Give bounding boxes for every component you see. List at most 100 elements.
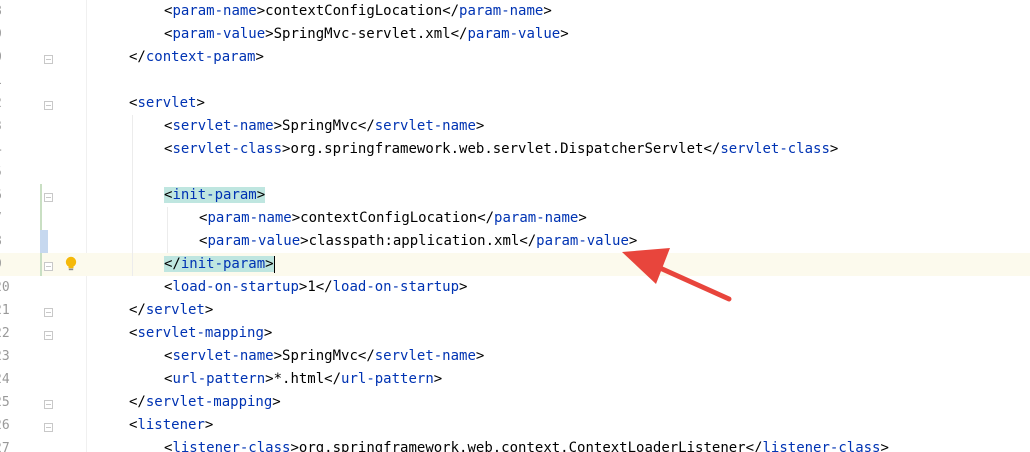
line-number: 2 [0,92,14,115]
code-line[interactable]: 4 <servlet-class>org.springframework.web.… [0,138,1030,161]
code-text[interactable]: <param-name>contextConfigLocation</param… [164,0,552,23]
code-line[interactable]: 25 </servlet-mapping> [0,391,1030,414]
code-line[interactable]: 3 <servlet-name>SpringMvc</servlet-name> [0,115,1030,138]
code-text[interactable]: <servlet-class>org.springframework.web.s… [164,138,838,161]
code-line[interactable]: 1 [0,69,1030,92]
tag-name: load-on-startup [332,279,460,295]
matched-tag-name: init-param [172,187,257,203]
code-text[interactable]: <servlet-mapping> [129,322,272,345]
code-line[interactable]: 0 </context-param> [0,46,1030,69]
tag-name: listener-class [172,440,291,452]
fold-end-icon[interactable] [44,400,53,409]
code-line[interactable]: 9 <param-value>SpringMvc-servlet.xml</par… [0,23,1030,46]
code-line[interactable]: 8 <param-value>classpath:application.xml<… [0,230,1030,253]
code-line[interactable]: 5 [0,161,1030,184]
code-line[interactable]: 26 <listener> [0,414,1030,437]
line-number: 9 [0,253,14,276]
code-line[interactable]: 23 <servlet-name>SpringMvc</servlet-name> [0,345,1030,368]
tag-bracket: > [560,26,569,42]
added-line-marker[interactable] [40,207,42,230]
tag-content: SpringMvc-servlet.xml [273,26,451,42]
fold-end-icon[interactable] [44,262,53,271]
tag-bracket: > [459,279,468,295]
tag-bracket: > [273,348,283,364]
tag-bracket: > [578,210,587,226]
code-text[interactable]: <param-value>classpath:application.xml</… [199,230,637,253]
tag-bracket: > [255,49,264,65]
code-text[interactable]: <servlet-name>SpringMvc</servlet-name> [164,115,484,138]
code-line[interactable]: 7 <param-name>contextConfigLocation</para… [0,207,1030,230]
indent-guide [167,207,168,253]
code-line[interactable]: 20 <load-on-startup>1</load-on-startup> [0,276,1030,299]
tag-name: url-pattern [172,371,266,387]
code-text[interactable]: <listener> [129,414,213,437]
tag-name: listener-class [762,440,881,452]
tag-bracket: > [265,26,274,42]
tag-bracket: > [300,233,309,249]
code-text[interactable]: <listener-class>org.springframework.web.… [164,437,889,452]
tag-bracket: > [273,118,283,134]
fold-collapse-icon[interactable] [44,193,53,202]
tag-bracket: </ [357,348,375,364]
fold-collapse-icon[interactable] [44,101,53,110]
code-text[interactable]: <init-param> [164,184,266,207]
code-editor[interactable]: 8 <param-name>contextConfigLocation</para… [0,0,1030,452]
code-line[interactable]: 27 <listener-class>org.springframework.we… [0,437,1030,452]
code-text[interactable]: <param-value>SpringMvc-servlet.xml</para… [164,23,569,46]
lightbulb-icon[interactable] [64,255,78,273]
tag-name: servlet-name [172,118,274,134]
matched-tag-name: init-param [180,256,266,272]
fold-end-icon[interactable] [44,55,53,64]
tag-name: servlet-class [172,141,283,157]
tag-bracket: </ [129,394,146,410]
code-line[interactable]: 8 <param-name>contextConfigLocation</para… [0,0,1030,23]
tag-bracket: </ [129,49,146,65]
tag-content: SpringMvc [282,348,358,364]
code-text[interactable]: <servlet> [129,92,205,115]
tag-name: param-value [172,26,266,42]
code-line[interactable]: 9 </init-param> [0,253,1030,276]
added-line-marker[interactable] [40,253,42,276]
tag-bracket: </ [357,118,375,134]
code-line[interactable]: 22 <servlet-mapping> [0,322,1030,345]
tag-name: servlet-name [374,348,476,364]
tag-bracket: </ [450,26,468,42]
code-line[interactable]: 21 </servlet> [0,299,1030,322]
tag-bracket: > [880,440,889,452]
code-text[interactable]: <url-pattern>*.html</url-pattern> [164,368,442,391]
code-text[interactable]: <load-on-startup>1</load-on-startup> [164,276,467,299]
code-line[interactable]: 6 <init-param> [0,184,1030,207]
tag-bracket: > [433,371,443,387]
tag-name: url-pattern [341,371,434,387]
code-line[interactable]: 2 <servlet> [0,92,1030,115]
line-number: 24 [0,372,10,387]
tag-bracket: > [204,302,214,318]
code-text[interactable]: </servlet> [129,299,213,322]
line-number: 6 [0,184,14,207]
fold-collapse-icon[interactable] [44,331,53,340]
fold-collapse-icon[interactable] [44,423,53,432]
line-number: 4 [0,138,14,161]
added-line-marker[interactable] [40,184,42,207]
tag-bracket: > [196,95,205,111]
code-text[interactable]: <servlet-name>SpringMvc</servlet-name> [164,345,484,368]
code-line[interactable]: 24 <url-pattern>*.html</url-pattern> [0,368,1030,391]
modified-line-marker[interactable] [40,230,48,253]
tag-bracket: > [475,348,485,364]
tag-bracket: </ [477,210,495,226]
code-text[interactable]: </servlet-mapping> [129,391,281,414]
tag-name: servlet [137,95,197,111]
tag-bracket: </ [129,302,146,318]
fold-end-icon[interactable] [44,308,53,317]
code-text[interactable]: </init-param> [164,253,275,276]
line-number: 27 [0,441,10,452]
line-number: 8 [0,0,14,23]
code-text[interactable]: </context-param> [129,46,264,69]
line-number: 7 [0,207,14,230]
tag-bracket: > [272,394,281,410]
line-number: 23 [0,349,10,364]
code-text[interactable]: <param-name>contextConfigLocation</param… [199,207,587,230]
tag-name: servlet-name [172,348,274,364]
matched-tag-bracket: </ [164,256,181,272]
tag-name: param-name [207,210,292,226]
